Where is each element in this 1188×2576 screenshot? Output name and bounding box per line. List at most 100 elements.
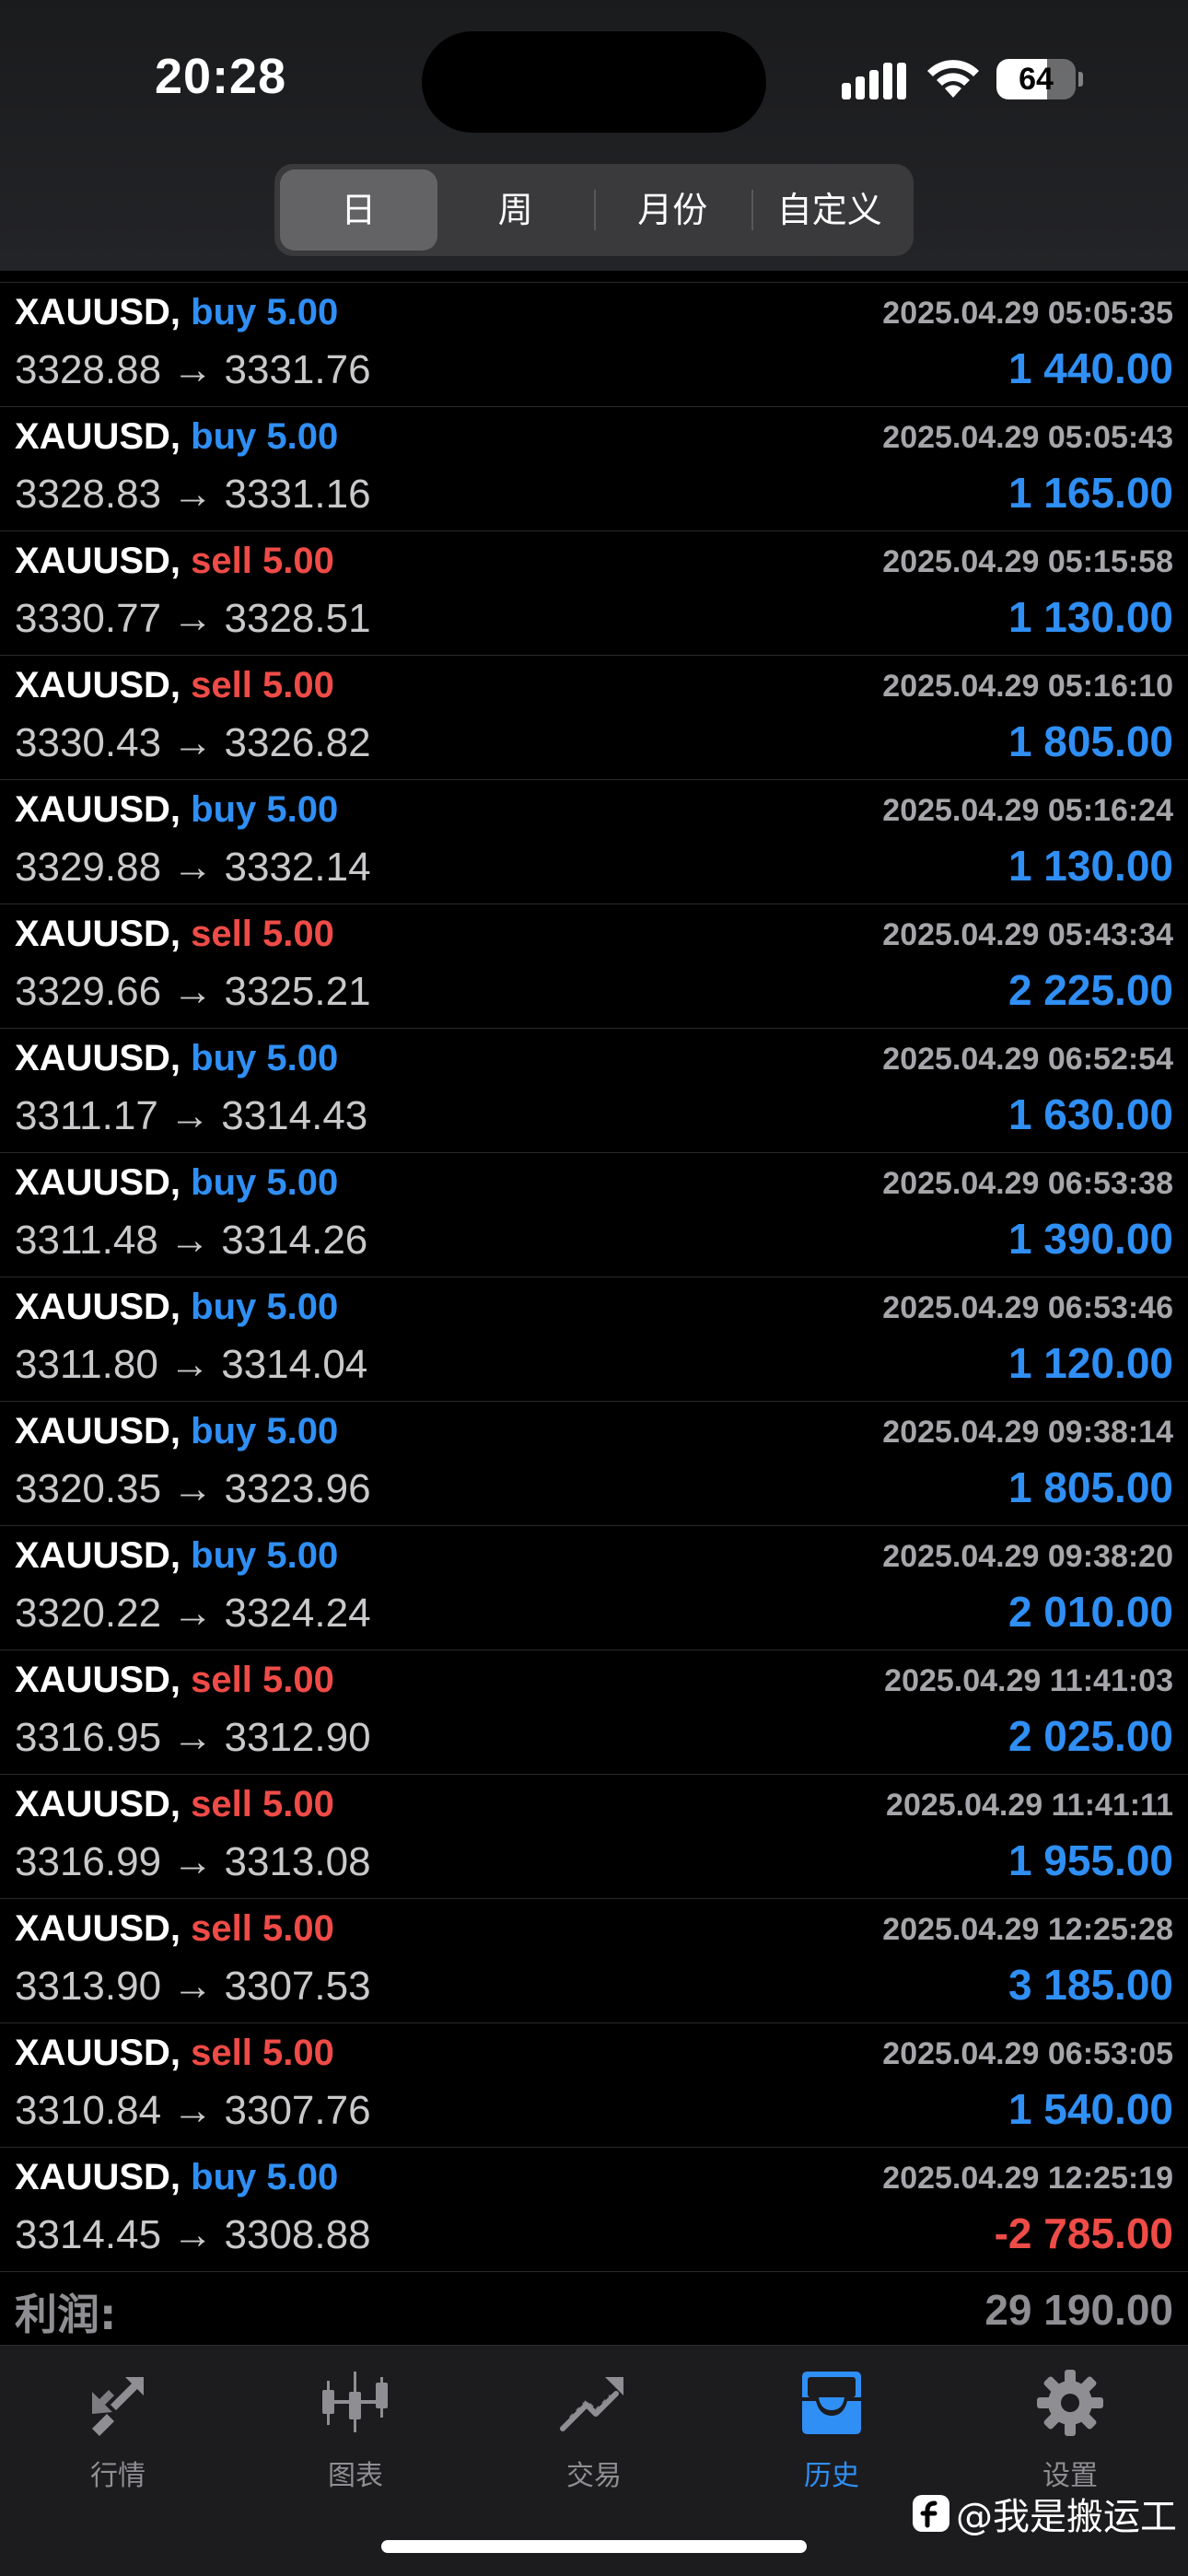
period-tab-month[interactable]: 月份 (594, 169, 751, 251)
trade-symbol: XAUUSD, (15, 1287, 181, 1327)
period-tab-week[interactable]: 周 (437, 169, 595, 251)
profit-summary-row: 利润: 29 190.00 (0, 2271, 1188, 2340)
trade-prices: 3310.84 → 3307.76 (15, 2088, 371, 2133)
period-tab-custom[interactable]: 自定义 (751, 169, 909, 251)
trade-row[interactable]: XAUUSD, sell 5.00 3316.95 → 3312.90 2025… (0, 1649, 1188, 1774)
trade-row[interactable]: XAUUSD, sell 5.00 3330.43 → 3326.82 2025… (0, 655, 1188, 779)
trade-time: 2025.04.29 09:38:14 (882, 1415, 1173, 1450)
trade-side-volume: sell 5.00 (191, 1784, 334, 1824)
trade-side-volume: buy 5.00 (191, 1287, 339, 1327)
trade-symbol: XAUUSD, (15, 1535, 181, 1576)
trade-row[interactable]: XAUUSD, buy 5.00 3311.80 → 3314.04 2025.… (0, 1276, 1188, 1401)
trade-side-volume: buy 5.00 (191, 292, 339, 332)
tab-history[interactable]: 历史 (740, 2364, 924, 2502)
trade-symbol-line: XAUUSD, buy 5.00 (15, 1287, 338, 1328)
trade-symbol-line: XAUUSD, sell 5.00 (15, 914, 334, 955)
trade-row[interactable]: XAUUSD, sell 5.00 3329.66 → 3325.21 2025… (0, 903, 1188, 1028)
trade-row[interactable]: XAUUSD, buy 5.00 3320.22 → 3324.24 2025.… (0, 1525, 1188, 1649)
trade-symbol: XAUUSD, (15, 665, 181, 705)
battery-indicator: 64 (996, 59, 1083, 99)
weibo-logo-icon (913, 2495, 949, 2532)
tab-trade[interactable]: 交易 (502, 2364, 686, 2502)
top-header: 20:28 64 日 周 月份 自定义 (0, 0, 1188, 271)
battery-percent: 64 (1019, 62, 1054, 97)
trade-time: 2025.04.29 12:25:19 (882, 2161, 1173, 2196)
tab-quotes[interactable]: 行情 (26, 2364, 210, 2502)
trade-profit: 1 955.00 (1007, 1836, 1173, 1884)
trade-side-volume: sell 5.00 (191, 1660, 334, 1700)
trade-time: 2025.04.29 06:53:38 (882, 1166, 1173, 1201)
trade-row[interactable]: XAUUSD, sell 5.00 3310.84 → 3307.76 2025… (0, 2022, 1188, 2147)
battery-body: 64 (996, 59, 1076, 99)
trade-row[interactable]: XAUUSD, buy 5.00 3328.83 → 3331.16 2025.… (0, 406, 1188, 530)
tab-quotes-label: 行情 (90, 2460, 146, 2492)
trade-row[interactable]: XAUUSD, sell 5.00 3330.77 → 3328.51 2025… (0, 530, 1188, 655)
chart-icon (322, 2372, 388, 2432)
trade-icon (560, 2377, 623, 2431)
trade-row[interactable]: XAUUSD, sell 5.00 3313.90 → 3307.53 2025… (0, 1898, 1188, 2022)
period-tab-day[interactable]: 日 (280, 169, 437, 251)
weibo-watermark: @我是搬运工 (912, 2487, 1177, 2540)
trade-row[interactable]: XAUUSD, buy 5.00 3311.17 → 3314.43 2025.… (0, 1028, 1188, 1152)
status-time: 20:28 (155, 49, 287, 104)
trade-time: 2025.04.29 11:41:11 (886, 1788, 1173, 1823)
trade-profit: 1 120.00 (1007, 1339, 1173, 1387)
trade-prices: 3320.35 → 3323.96 (15, 1466, 371, 1511)
trade-time: 2025.04.29 05:05:35 (882, 296, 1173, 331)
trade-profit: 1 130.00 (1007, 842, 1173, 890)
tab-chart[interactable]: 图表 (263, 2364, 448, 2502)
trade-side-volume: sell 5.00 (191, 914, 334, 954)
trade-profit: 1 805.00 (1007, 717, 1173, 765)
home-indicator[interactable] (381, 2540, 807, 2553)
trade-side-volume: sell 5.00 (191, 665, 334, 705)
trade-time: 2025.04.29 11:41:03 (884, 1663, 1173, 1698)
trade-prices: 3311.17 → 3314.43 (15, 1093, 368, 1138)
trade-side-volume: buy 5.00 (191, 1038, 339, 1078)
trade-row[interactable]: XAUUSD, buy 5.00 3328.88 → 3331.76 2025.… (0, 282, 1188, 406)
trade-symbol: XAUUSD, (15, 541, 181, 581)
dynamic-island (422, 31, 766, 133)
trade-profit: 1 440.00 (1007, 344, 1173, 392)
trade-symbol: XAUUSD, (15, 1038, 181, 1078)
tab-settings[interactable]: 设置 (978, 2364, 1162, 2502)
trade-symbol: XAUUSD, (15, 914, 181, 954)
trade-profit: 1 805.00 (1007, 1463, 1173, 1511)
trade-profit: -2 785.00 (994, 2209, 1173, 2257)
trade-profit: 3 185.00 (1007, 1961, 1173, 2009)
trade-time: 2025.04.29 12:25:28 (882, 1912, 1173, 1947)
trade-profit: 2 225.00 (1007, 966, 1173, 1014)
trade-side-volume: buy 5.00 (191, 1411, 339, 1451)
trade-side-volume: buy 5.00 (191, 2157, 339, 2197)
tab-trade-label: 交易 (566, 2460, 622, 2492)
trade-row[interactable]: XAUUSD, buy 5.00 3311.48 → 3314.26 2025.… (0, 1152, 1188, 1276)
trade-side-volume: sell 5.00 (191, 1908, 334, 1949)
trade-row[interactable]: XAUUSD, buy 5.00 3320.35 → 3323.96 2025.… (0, 1401, 1188, 1525)
trade-prices: 3330.77 → 3328.51 (15, 596, 371, 641)
trade-prices: 3316.95 → 3312.90 (15, 1715, 371, 1760)
cellular-signal-icon (842, 63, 906, 99)
settings-icon (1037, 2370, 1103, 2436)
trade-symbol: XAUUSD, (15, 1908, 181, 1949)
trade-row[interactable]: XAUUSD, buy 5.00 3314.45 → 3308.88 2025.… (0, 2147, 1188, 2271)
trade-profit: 2 025.00 (1007, 1712, 1173, 1760)
trade-prices: 3328.83 → 3331.16 (15, 472, 371, 517)
trade-symbol: XAUUSD, (15, 1660, 181, 1700)
trade-time: 2025.04.29 06:53:05 (882, 2036, 1173, 2071)
trade-time: 2025.04.29 05:16:10 (882, 669, 1173, 704)
trade-side-volume: buy 5.00 (191, 1162, 339, 1203)
profit-summary-label: 利润: (15, 2290, 117, 2339)
trade-symbol-line: XAUUSD, buy 5.00 (15, 2157, 338, 2198)
trade-prices: 3330.43 → 3326.82 (15, 720, 371, 765)
trade-symbol: XAUUSD, (15, 292, 181, 332)
period-segmented-control: 日 周 月份 自定义 (274, 164, 914, 256)
trade-prices: 3316.99 → 3313.08 (15, 1839, 371, 1884)
trade-symbol-line: XAUUSD, buy 5.00 (15, 789, 338, 831)
trade-time: 2025.04.29 06:53:46 (882, 1290, 1173, 1325)
trade-symbol: XAUUSD, (15, 2157, 181, 2197)
trade-symbol-line: XAUUSD, buy 5.00 (15, 1535, 338, 1577)
trade-time: 2025.04.29 05:15:58 (882, 544, 1173, 579)
history-icon (802, 2372, 861, 2434)
trade-profit: 1 540.00 (1007, 2085, 1173, 2133)
trade-row[interactable]: XAUUSD, buy 5.00 3329.88 → 3332.14 2025.… (0, 779, 1188, 903)
trade-row[interactable]: XAUUSD, sell 5.00 3316.99 → 3313.08 2025… (0, 1774, 1188, 1898)
